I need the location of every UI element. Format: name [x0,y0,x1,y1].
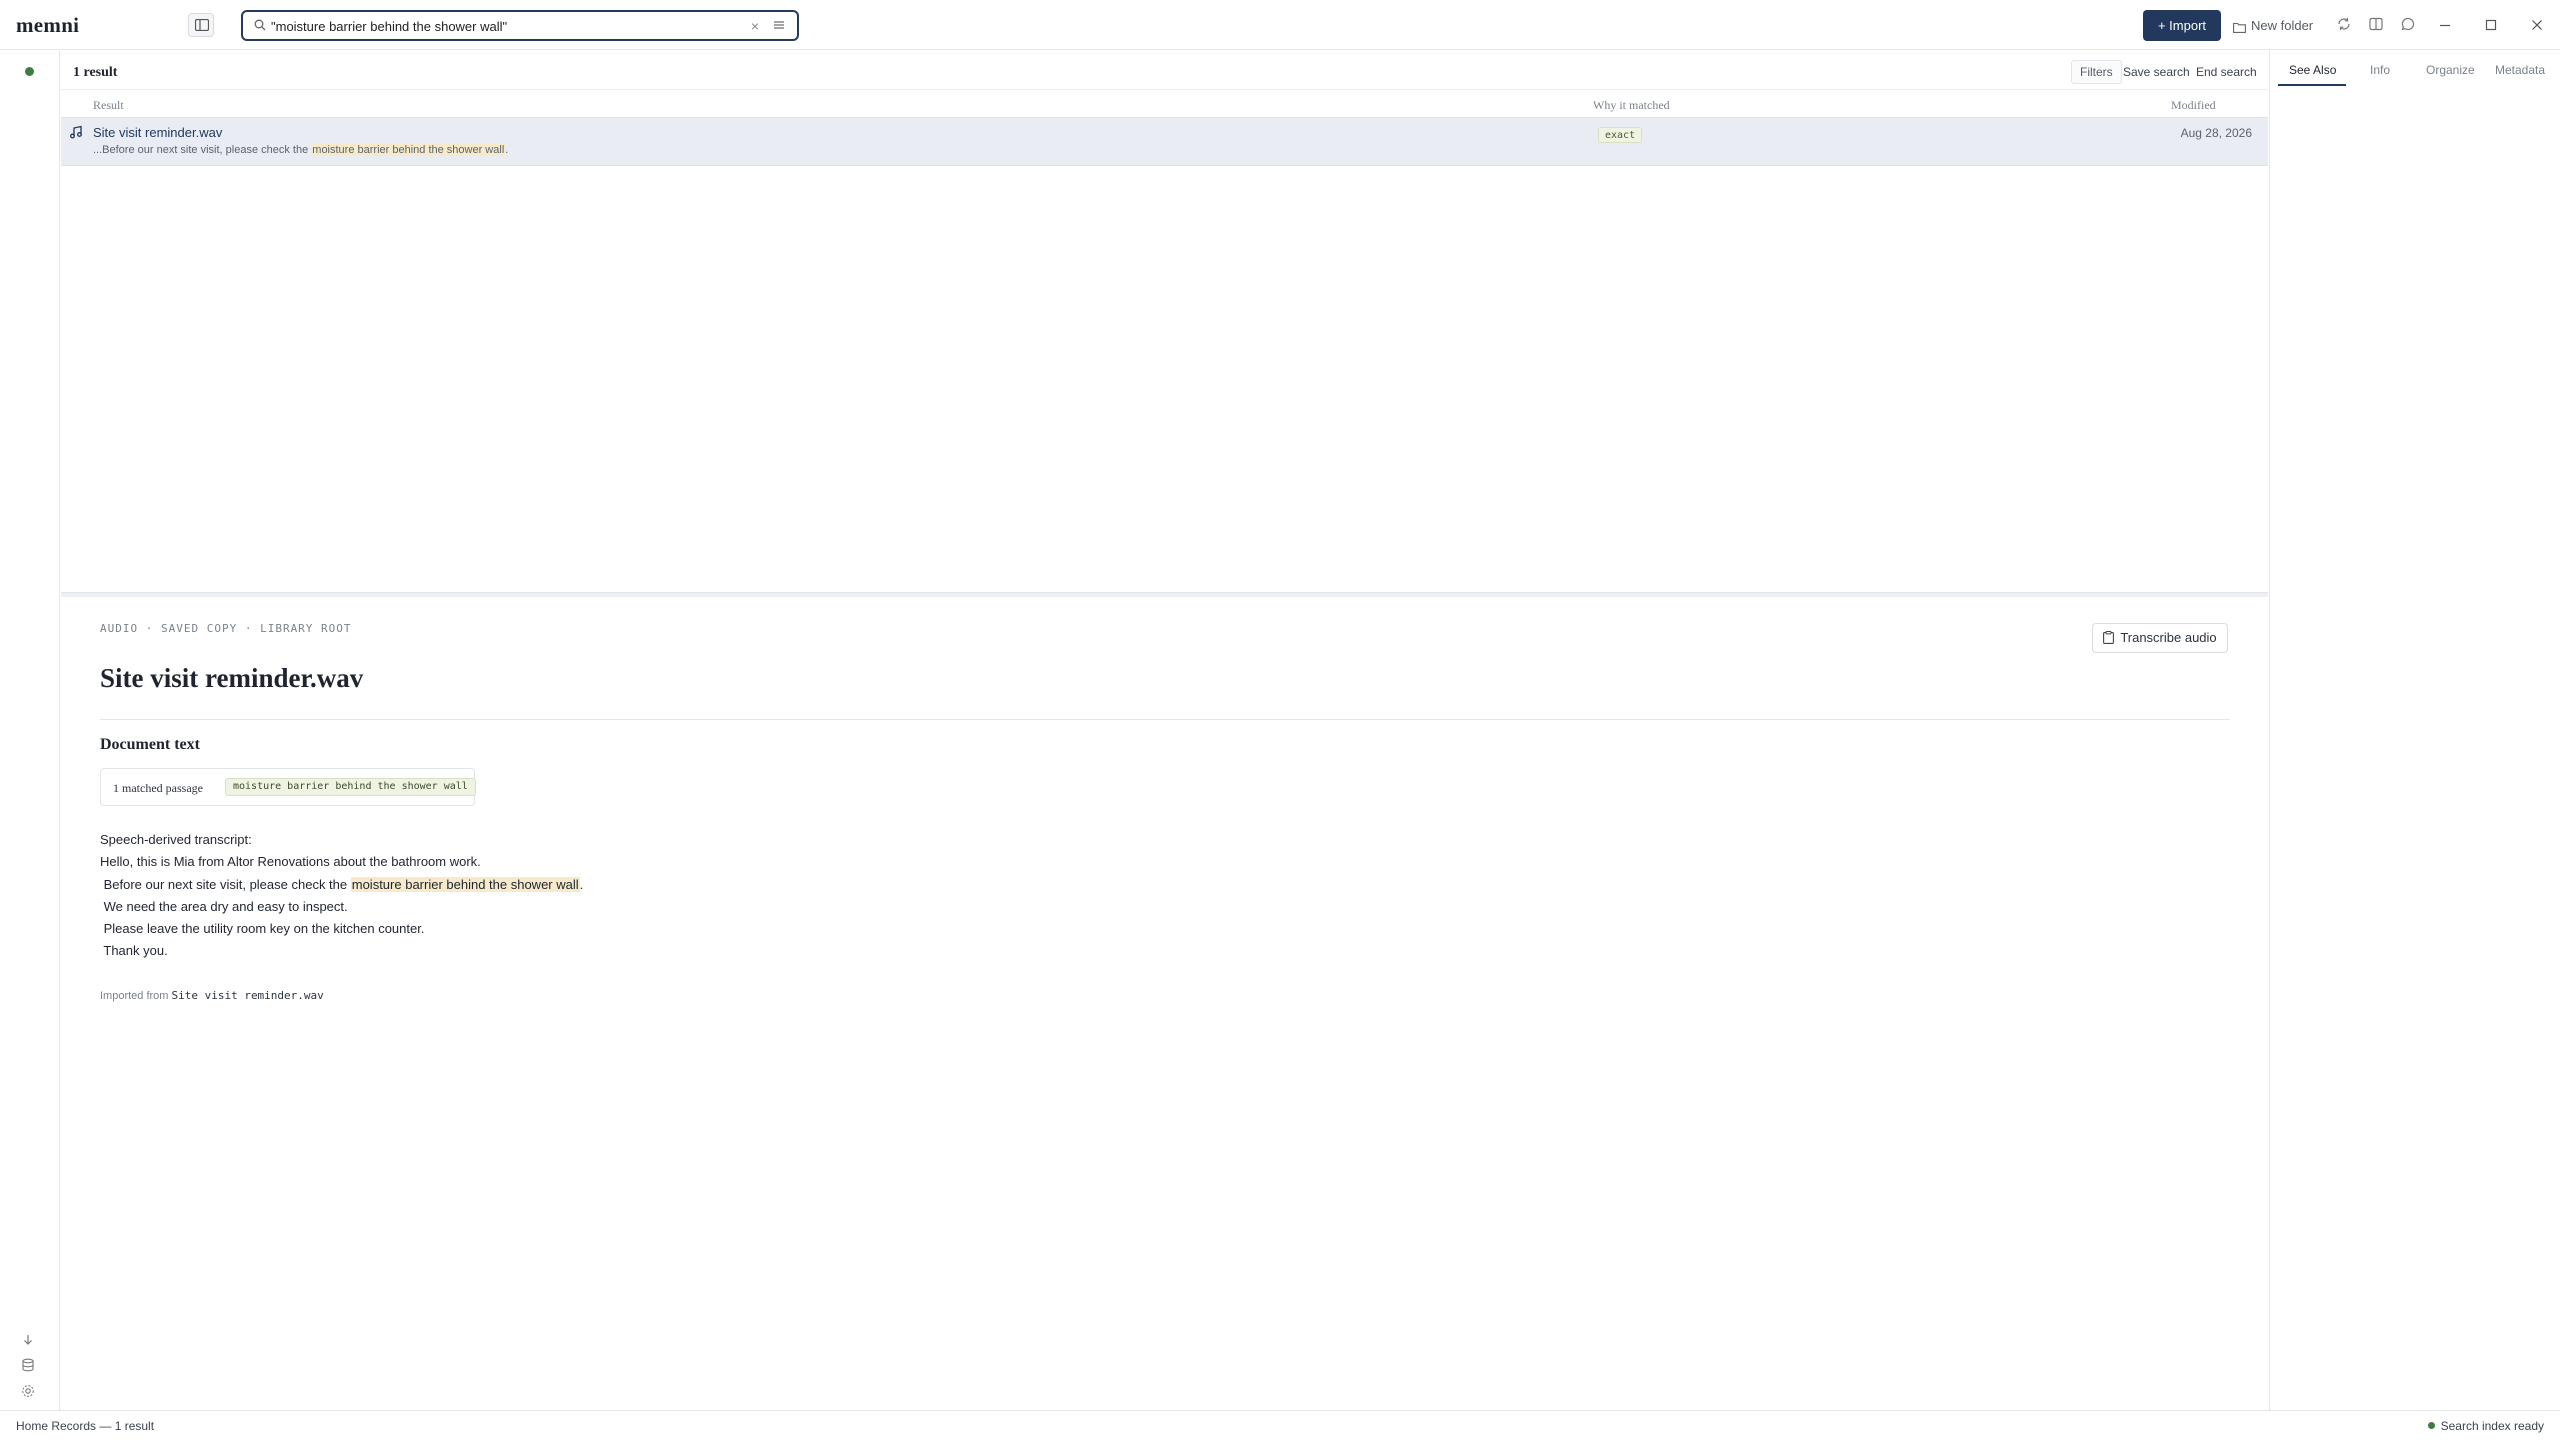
transcript-line: Please leave the utility room key on the… [100,921,425,937]
snippet-highlight: moisture barrier behind the shower wall [311,144,506,156]
download-icon[interactable] [21,1333,35,1347]
transcript-line: Hello, this is Mia from Altor Renovation… [100,854,481,870]
status-index-label: Search index ready [2440,1419,2544,1433]
sync-icon[interactable] [2337,17,2351,31]
minimize-icon[interactable] [2438,15,2452,35]
search-box[interactable]: × [241,10,799,41]
imported-from: Imported from Site visit reminder.wav [100,989,324,1002]
snippet-text: ...Before our next site visit, please ch… [93,144,312,156]
search-options-icon[interactable] [773,19,785,31]
document-title: Site visit reminder.wav [100,663,364,693]
left-rail [0,51,60,1410]
modified-date: Aug 28, 2026 [2180,126,2252,140]
results-table-header: Result Why it matched Modified [61,89,2268,117]
transcript-segment: Before our next site visit, please check… [100,876,351,892]
split-view-icon[interactable] [2369,17,2383,31]
end-search-button[interactable]: End search [2196,65,2257,79]
tab-metadata[interactable]: Metadata [2495,63,2545,77]
transcript-line: Thank you. [100,943,168,959]
database-icon[interactable] [21,1358,35,1372]
clear-search-icon[interactable]: × [747,17,763,35]
tab-organize[interactable]: Organize [2426,63,2475,77]
chat-icon[interactable] [2401,17,2415,31]
section-heading: Document text [100,736,200,753]
snippet-text-end: . [505,144,509,156]
import-button[interactable]: + Import [2143,10,2221,41]
app-logo: memni [16,13,80,37]
settings-gear-icon[interactable] [21,1384,35,1398]
result-count: 1 result [73,65,118,80]
folder-icon [2233,22,2246,33]
transcript-highlight: moisture barrier behind the shower wall [350,876,580,892]
transcript-line: Speech-derived transcript: [100,832,252,847]
column-header-modified[interactable]: Modified [2171,98,2216,113]
new-folder-button[interactable]: New folder [2233,10,2313,41]
status-dot [25,67,34,76]
transcript-line: We need the area dry and easy to inspect… [100,898,348,914]
maximize-icon[interactable] [2484,15,2498,35]
save-search-button[interactable]: Save search [2123,65,2190,79]
matched-passage-count: 1 matched passage [113,781,203,795]
matched-passage-chip[interactable]: moisture barrier behind the shower wall [225,778,476,796]
transcript-line: Before our next site visit, please check… [100,874,583,896]
right-panel: See Also Info Organize Metadata [2269,51,2560,1410]
tab-see-also[interactable]: See Also [2289,63,2336,77]
tab-info[interactable]: Info [2370,63,2390,77]
ready-dot-icon [2427,1422,2435,1429]
divider [100,719,2230,720]
filters-button[interactable]: Filters [2071,60,2122,84]
transcribe-audio-button[interactable]: Transcribe audio [2092,623,2228,653]
sidebar-icon [195,19,209,31]
active-tab-indicator [2278,84,2346,86]
transcript-text: Speech-derived transcript: Hello, this is… [100,829,583,963]
imported-file-name: Site visit reminder.wav [171,989,324,1002]
status-index: Search index ready [2427,1419,2544,1433]
imported-from-label: Imported from [100,990,169,1002]
result-title[interactable]: Site visit reminder.wav [93,125,222,140]
music-note-icon [70,125,82,139]
main-area: 1 result Filters Save search End search … [61,51,2268,1410]
column-header-why-matched[interactable]: Why it matched [1593,98,1670,113]
matched-passages-box: 1 matched passage moisture barrier behin… [100,768,476,806]
new-folder-label: New folder [2251,18,2314,33]
detail-pane: AUDIO · SAVED COPY · LIBRARY ROOT Transc… [61,598,2268,1410]
column-header-result[interactable]: Result [93,98,124,113]
status-bar: Home Records — 1 result Search index rea… [0,1410,2560,1440]
sidebar-toggle-button[interactable] [188,13,214,37]
status-library: Home Records — 1 result [16,1419,155,1433]
search-input[interactable] [271,16,731,36]
match-type-badge: exact [1598,127,1643,143]
detail-meta: AUDIO · SAVED COPY · LIBRARY ROOT [100,622,352,635]
result-snippet: ...Before our next site visit, please ch… [93,144,508,156]
close-icon[interactable] [2530,15,2544,35]
table-row[interactable]: Site visit reminder.wav ...Before our ne… [61,117,2268,166]
transcript-segment: . [579,876,584,892]
pane-splitter[interactable] [61,592,2268,597]
title-bar: memni × + Import New folder [0,0,2560,50]
clipboard-icon [2103,631,2115,644]
search-icon [254,19,266,31]
transcribe-label: Transcribe audio [2120,630,2217,645]
